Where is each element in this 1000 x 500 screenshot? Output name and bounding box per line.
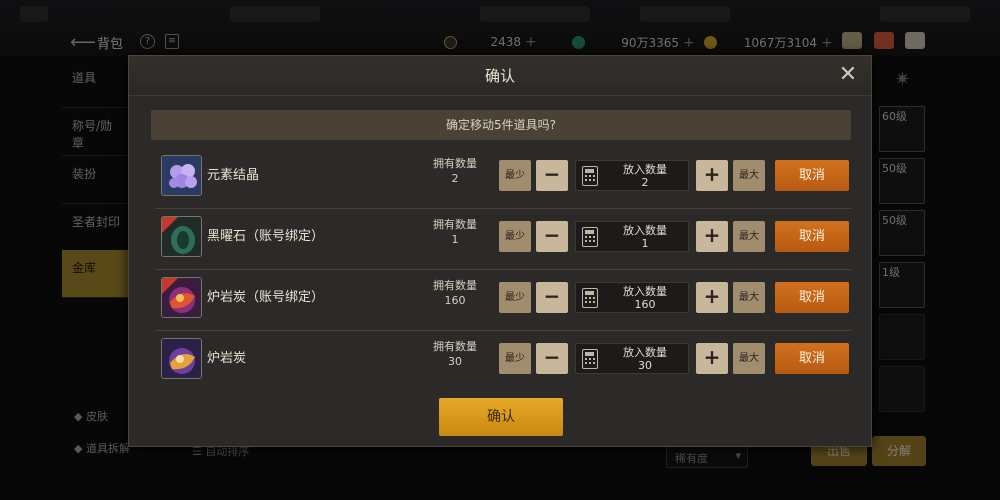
element-crystal-icon	[161, 155, 202, 196]
increment-button[interactable]: +	[696, 282, 728, 313]
put-value: 160	[634, 298, 656, 311]
decrement-button[interactable]: −	[536, 160, 568, 191]
cancel-button[interactable]: 取消	[775, 282, 849, 313]
put-quantity: 放入数量 2	[602, 163, 688, 189]
cancel-button[interactable]: 取消	[775, 160, 849, 191]
calculator-icon[interactable]	[582, 227, 598, 247]
calculator-icon[interactable]	[582, 166, 598, 186]
owned-label: 拥有数量	[433, 157, 477, 170]
put-value: 1	[641, 237, 649, 250]
owned-quantity: 拥有数量 30	[427, 339, 483, 369]
put-label: 放入数量	[623, 285, 667, 298]
put-quantity-field[interactable]: 放入数量 1	[575, 221, 689, 252]
increment-button[interactable]: +	[696, 343, 728, 374]
increment-button[interactable]: +	[696, 221, 728, 252]
put-value: 30	[638, 359, 652, 372]
owned-value: 30	[448, 355, 462, 368]
put-quantity-field[interactable]: 放入数量 2	[575, 160, 689, 191]
min-button[interactable]: 最少	[499, 160, 531, 191]
owned-label: 拥有数量	[433, 340, 477, 353]
item-name: 元素结晶	[207, 168, 260, 183]
dialog-title: 确认	[484, 67, 515, 85]
put-quantity-field[interactable]: 放入数量 160	[575, 282, 689, 313]
item-row: 炉岩炭 拥有数量 30 最少 − 放入数量 30 + 最大 取消	[155, 331, 851, 392]
max-button[interactable]: 最大	[733, 160, 765, 191]
calculator-icon[interactable]	[582, 349, 598, 369]
item-name: 炉岩炭	[207, 351, 247, 366]
owned-quantity: 拥有数量 2	[427, 156, 483, 186]
owned-quantity: 拥有数量 1	[427, 217, 483, 247]
max-button[interactable]: 最大	[733, 221, 765, 252]
owned-quantity: 拥有数量 160	[427, 278, 483, 308]
put-label: 放入数量	[623, 346, 667, 359]
min-button[interactable]: 最少	[499, 343, 531, 374]
put-value: 2	[641, 176, 649, 189]
item-name: 黑曜石（账号绑定）	[207, 229, 325, 244]
item-name: 炉岩炭（账号绑定）	[207, 290, 325, 305]
put-label: 放入数量	[623, 163, 667, 176]
cancel-button[interactable]: 取消	[775, 221, 849, 252]
max-button[interactable]: 最大	[733, 343, 765, 374]
calculator-icon[interactable]	[582, 288, 598, 308]
owned-value: 2	[451, 172, 459, 185]
owned-value: 160	[444, 294, 466, 307]
put-quantity: 放入数量 1	[602, 224, 688, 250]
put-quantity-field[interactable]: 放入数量 30	[575, 343, 689, 374]
obsidian-icon	[161, 216, 202, 257]
owned-label: 拥有数量	[433, 279, 477, 292]
furnace-coal-icon	[161, 338, 202, 379]
item-row: 黑曜石（账号绑定） 拥有数量 1 最少 − 放入数量 1 + 最大 取消	[155, 209, 851, 270]
furnace-coal-bound-icon	[161, 277, 202, 318]
put-quantity: 放入数量 30	[602, 346, 688, 372]
confirm-prompt: 确定移动5件道具吗?	[151, 110, 851, 140]
confirm-dialog: 确认 ✕ 确定移动5件道具吗? 元素结晶 拥有数量 2 最少 − 放入数量 2 …	[128, 55, 872, 447]
item-row: 炉岩炭（账号绑定） 拥有数量 160 最少 − 放入数量 160 + 最大 取消	[155, 270, 851, 331]
item-row: 元素结晶 拥有数量 2 最少 − 放入数量 2 + 最大 取消	[155, 148, 851, 209]
put-label: 放入数量	[623, 224, 667, 237]
max-button[interactable]: 最大	[733, 282, 765, 313]
close-icon[interactable]: ✕	[837, 64, 859, 87]
decrement-button[interactable]: −	[536, 221, 568, 252]
min-button[interactable]: 最少	[499, 221, 531, 252]
owned-label: 拥有数量	[433, 218, 477, 231]
owned-value: 1	[451, 233, 459, 246]
confirm-button[interactable]: 确认	[439, 398, 563, 436]
increment-button[interactable]: +	[696, 160, 728, 191]
cancel-button[interactable]: 取消	[775, 343, 849, 374]
decrement-button[interactable]: −	[536, 343, 568, 374]
decrement-button[interactable]: −	[536, 282, 568, 313]
put-quantity: 放入数量 160	[602, 285, 688, 311]
min-button[interactable]: 最少	[499, 282, 531, 313]
